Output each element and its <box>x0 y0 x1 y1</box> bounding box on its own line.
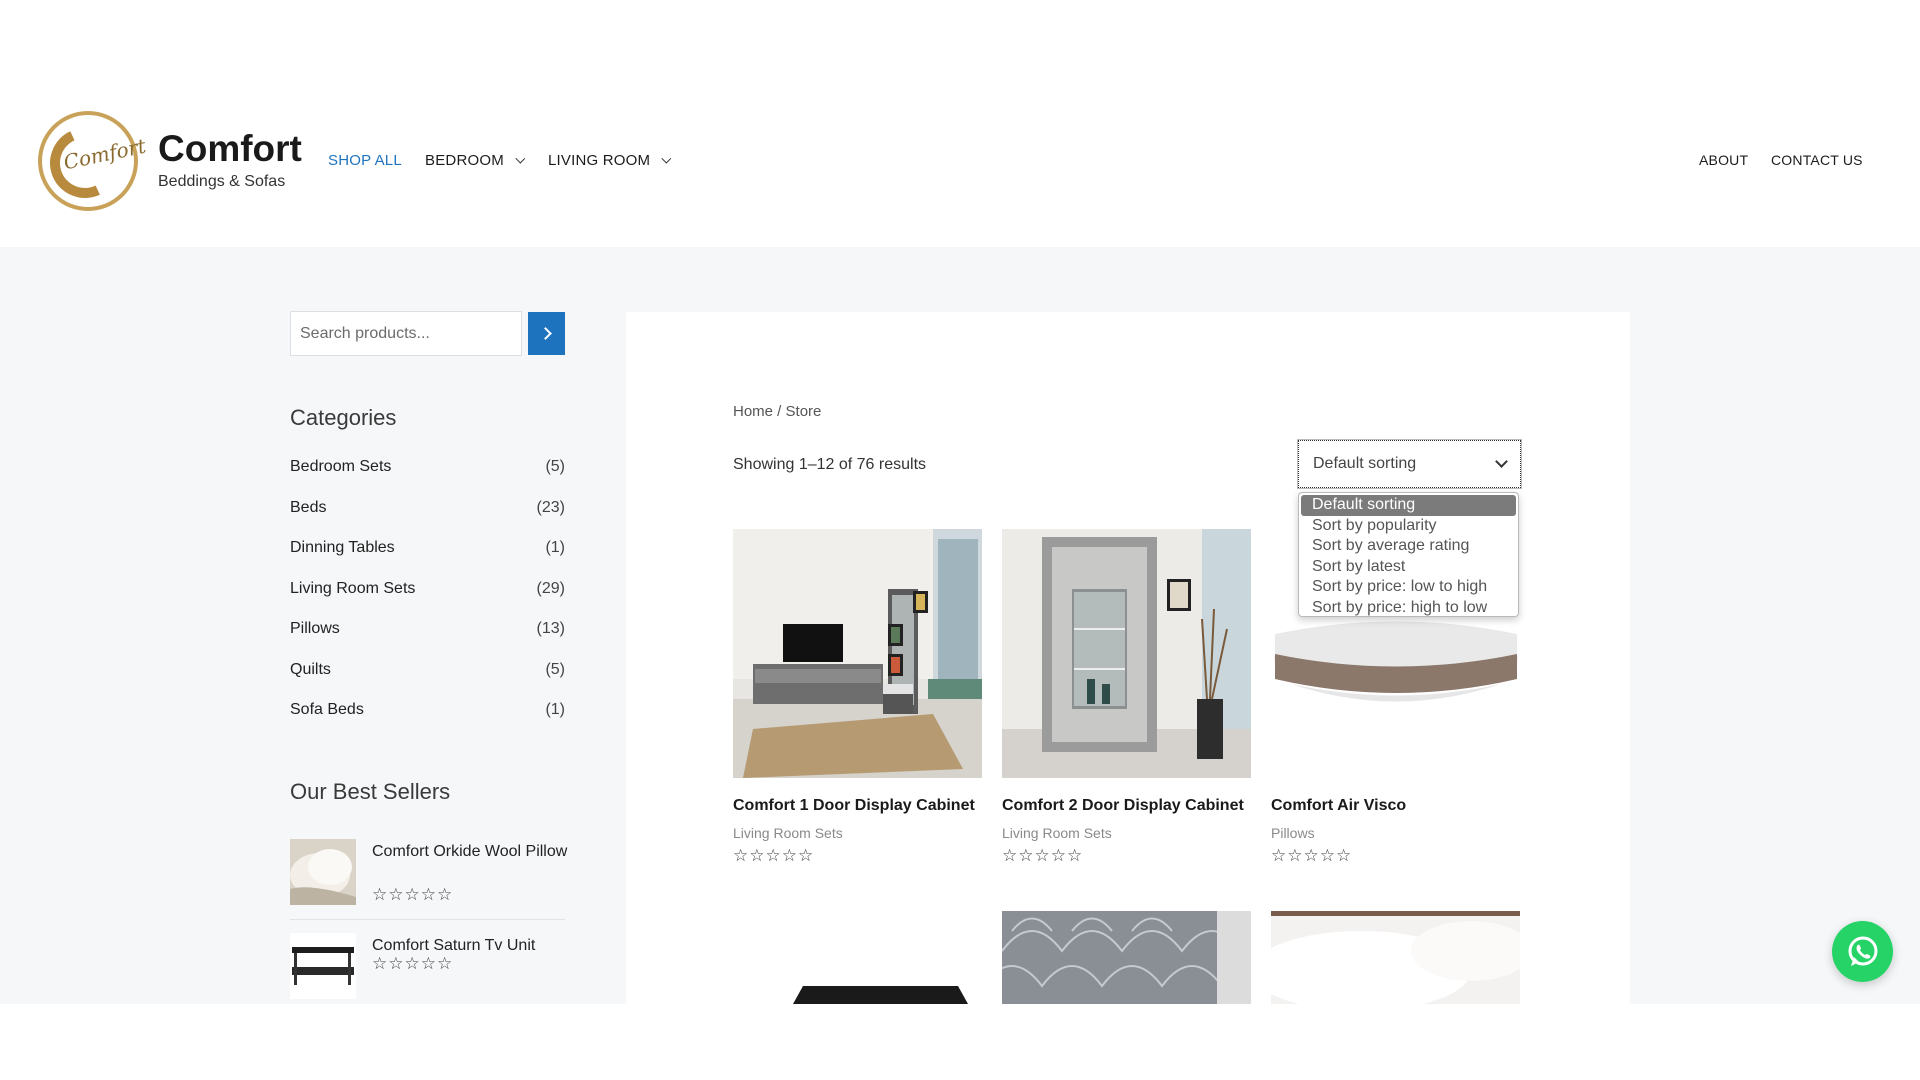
product-image[interactable] <box>1271 911 1520 1004</box>
product-image[interactable] <box>1002 911 1251 1004</box>
search-button[interactable] <box>528 312 565 355</box>
product-thumbnail[interactable] <box>290 839 356 905</box>
site-tagline: Beddings & Sofas <box>158 173 286 190</box>
category-item[interactable]: Beds (23) <box>290 499 565 523</box>
site-title[interactable]: Comfort <box>158 128 302 170</box>
chevron-down-icon <box>661 153 672 164</box>
best-sellers-heading: Our Best Sellers <box>290 779 451 804</box>
search-input[interactable]: Search products... <box>290 311 522 356</box>
category-item[interactable]: Quilts (5) <box>290 661 565 685</box>
site-header: Comfort Comfort Beddings & Sofas SHOP AL… <box>0 0 1920 247</box>
categories-heading: Categories <box>290 405 397 430</box>
rating-stars: ☆☆☆☆☆ <box>1002 846 1084 865</box>
category-item[interactable]: Pillows (13) <box>290 620 565 644</box>
sort-option[interactable]: Default sorting <box>1301 495 1516 516</box>
chevron-down-icon <box>515 153 526 164</box>
product-title[interactable]: Comfort 1 Door Display Cabinet <box>733 797 975 815</box>
sort-option[interactable]: Sort by popularity <box>1301 516 1516 537</box>
breadcrumb-current: Store <box>785 403 822 420</box>
category-item[interactable]: Dinning Tables (1) <box>290 539 565 563</box>
nav-bedroom[interactable]: BEDROOM <box>425 152 526 169</box>
breadcrumb: Home / Store <box>733 403 822 420</box>
product-category[interactable]: Living Room Sets <box>1002 825 1112 841</box>
sort-option[interactable]: Sort by price: low to high <box>1301 577 1516 598</box>
breadcrumb-home-link[interactable]: Home <box>733 403 773 420</box>
product-image[interactable] <box>733 911 982 1004</box>
whatsapp-icon <box>1848 936 1877 966</box>
chevron-right-icon <box>538 327 552 340</box>
sort-option[interactable]: Sort by average rating <box>1301 536 1516 557</box>
sort-select[interactable]: Default sorting <box>1297 439 1522 489</box>
product-category[interactable]: Living Room Sets <box>733 825 843 841</box>
divider <box>290 919 565 920</box>
nav-shop-all[interactable]: SHOP ALL <box>328 152 402 169</box>
nav-contact-us[interactable]: CONTACT US <box>1771 152 1863 168</box>
footer-strip <box>0 1004 1920 1080</box>
rating-stars: ☆☆☆☆☆ <box>733 846 815 865</box>
rating-stars: ☆☆☆☆☆ <box>1271 846 1353 865</box>
rating-stars: ☆☆☆☆☆ <box>372 885 454 904</box>
rating-stars: ☆☆☆☆☆ <box>372 954 454 973</box>
product-thumbnail[interactable] <box>290 933 356 999</box>
result-count: Showing 1–12 of 76 results <box>733 456 927 473</box>
nav-living-room[interactable]: LIVING ROOM <box>548 152 672 169</box>
best-seller-name[interactable]: Comfort Orkide Wool Pillow <box>372 839 572 864</box>
product-title[interactable]: Comfort Air Visco <box>1271 797 1406 815</box>
category-item[interactable]: Living Room Sets (29) <box>290 580 565 604</box>
sort-dropdown-list: Default sorting Sort by popularity Sort … <box>1298 492 1519 617</box>
category-item[interactable]: Bedroom Sets (5) <box>290 458 565 482</box>
product-image[interactable] <box>1002 529 1251 778</box>
product-title[interactable]: Comfort 2 Door Display Cabinet <box>1002 797 1244 815</box>
whatsapp-chat-button[interactable] <box>1832 921 1893 982</box>
chevron-down-icon <box>1495 455 1508 468</box>
sort-option[interactable]: Sort by latest <box>1301 557 1516 578</box>
nav-about[interactable]: ABOUT <box>1699 152 1748 168</box>
product-category[interactable]: Pillows <box>1271 825 1315 841</box>
product-image[interactable] <box>733 529 982 778</box>
category-item[interactable]: Sofa Beds (1) <box>290 701 565 725</box>
page: Comfort Comfort Beddings & Sofas SHOP AL… <box>0 0 1920 1080</box>
sort-option[interactable]: Sort by price: high to low <box>1301 598 1516 619</box>
